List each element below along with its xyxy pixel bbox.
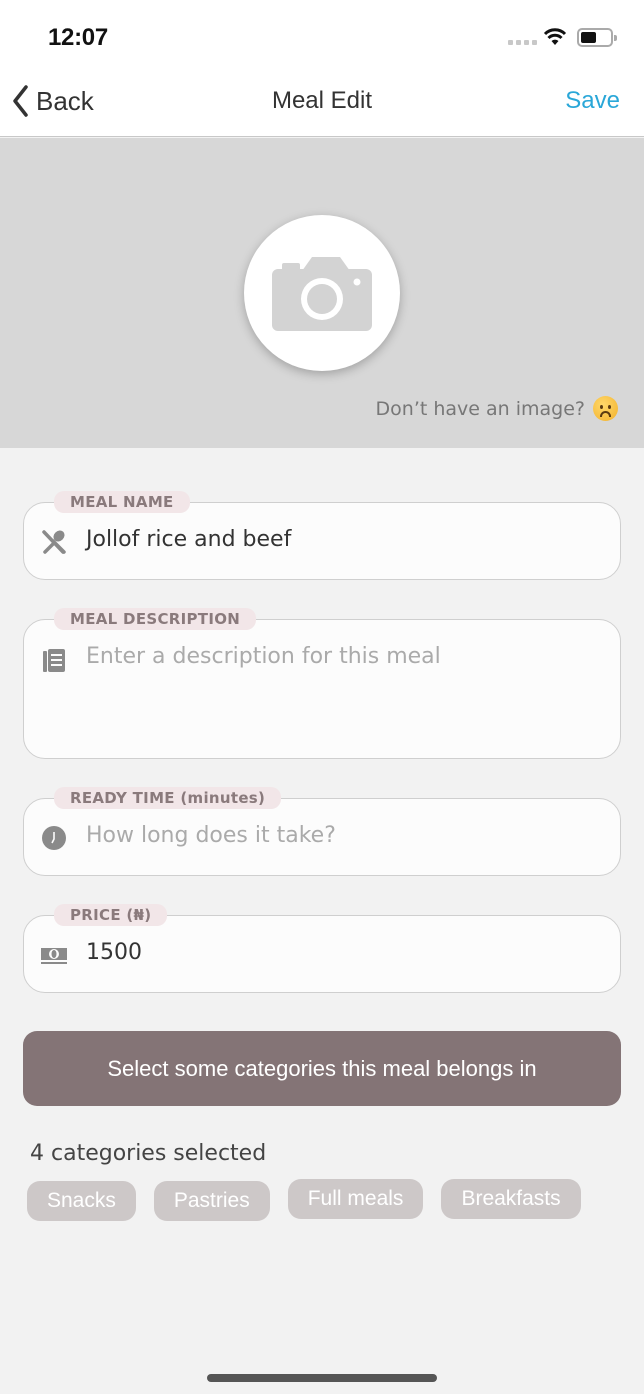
page-title: Meal Edit xyxy=(271,87,373,114)
sad-face-icon xyxy=(593,396,618,421)
document-icon xyxy=(40,647,68,675)
signal-icon xyxy=(508,40,537,45)
cutlery-icon xyxy=(40,528,68,556)
navigation-bar: Back Meal Edit Save xyxy=(0,70,644,137)
clock-icon xyxy=(40,824,68,852)
no-image-link[interactable]: Don’t have an image? xyxy=(376,396,618,421)
wifi-icon xyxy=(543,28,567,45)
no-image-text: Don’t have an image? xyxy=(375,397,585,420)
home-indicator[interactable] xyxy=(207,1374,437,1382)
status-bar: 12:07 xyxy=(0,0,644,70)
category-tag[interactable]: Pastries xyxy=(153,1181,270,1221)
category-tag[interactable]: Breakfasts xyxy=(441,1179,581,1219)
category-tag[interactable]: Full meals xyxy=(287,1179,424,1219)
camera-icon xyxy=(272,257,372,331)
meal-name-input[interactable]: Jollof rice and beef xyxy=(86,527,291,552)
ready-time-label: READY TIME (minutes) xyxy=(54,787,282,809)
cash-icon xyxy=(40,941,68,969)
status-time: 12:07 xyxy=(48,24,108,51)
ready-time-input[interactable]: How long does it take? xyxy=(86,823,336,848)
selected-categories: Snacks Pastries Full meals Breakfasts xyxy=(27,1179,581,1221)
meal-description-input[interactable]: Enter a description for this meal xyxy=(86,644,441,669)
add-image-button[interactable] xyxy=(244,215,400,371)
meal-name-field[interactable]: MEAL NAME Jollof rice and beef xyxy=(23,491,621,580)
price-label: PRICE (₦) xyxy=(54,904,168,926)
ready-time-field[interactable]: READY TIME (minutes) How long does it ta… xyxy=(23,787,621,876)
select-categories-button[interactable]: Select some categories this meal belongs… xyxy=(23,1031,621,1106)
meal-description-label: MEAL DESCRIPTION xyxy=(54,608,257,630)
category-tag[interactable]: Snacks xyxy=(27,1181,136,1221)
price-input[interactable]: 1500 xyxy=(86,940,142,965)
meal-description-field[interactable]: MEAL DESCRIPTION Enter a description for… xyxy=(23,608,621,759)
save-button[interactable]: Save xyxy=(565,87,620,115)
battery-icon xyxy=(577,28,617,47)
meal-image-area: Don’t have an image? xyxy=(0,138,644,448)
categories-count: 4 categories selected xyxy=(30,1141,267,1166)
price-field[interactable]: PRICE (₦) 1500 xyxy=(23,904,621,993)
meal-name-label: MEAL NAME xyxy=(54,491,190,513)
